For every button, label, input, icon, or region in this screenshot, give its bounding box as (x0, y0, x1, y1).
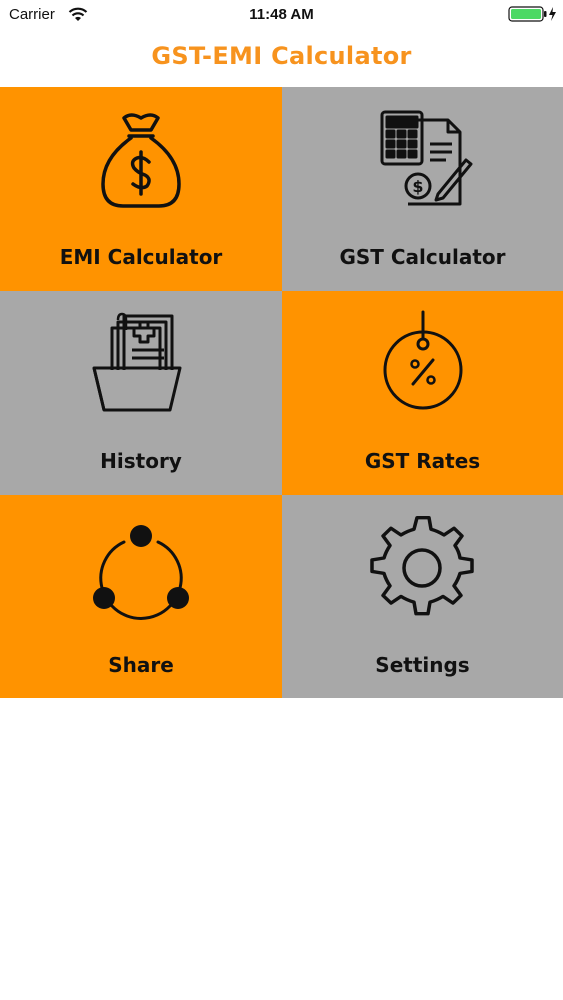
svg-text:$: $ (412, 177, 423, 196)
tile-label: History (100, 449, 182, 473)
folder-documents-icon (92, 312, 182, 412)
gst-calculator-tile[interactable]: $ GST Calculator (282, 87, 563, 291)
navigation-bar: GST-EMI Calculator (0, 30, 563, 87)
money-bag-icon (101, 113, 181, 208)
empty-content-area (0, 698, 563, 1000)
gst-rates-tile[interactable]: GST Rates (282, 291, 563, 495)
status-bar: Carrier 11:48 AM (0, 0, 563, 30)
tile-label: EMI Calculator (59, 245, 223, 269)
emi-calculator-tile[interactable]: EMI Calculator (0, 87, 282, 291)
settings-tile[interactable]: Settings (282, 495, 563, 698)
tile-label: GST Calculator (339, 245, 506, 269)
tile-label: Share (108, 653, 174, 677)
history-tile[interactable]: History (0, 291, 282, 495)
percent-tag-icon (383, 310, 462, 410)
status-time: 11:48 AM (249, 6, 314, 23)
share-icon (93, 525, 189, 620)
tile-label: Settings (375, 653, 470, 677)
battery-icon (508, 6, 556, 22)
share-tile[interactable]: Share (0, 495, 282, 698)
menu-grid: EMI Calculator $ GST Calculator History … (0, 87, 563, 698)
gear-icon (369, 516, 474, 616)
calculator-invoice-icon: $ (380, 110, 472, 206)
tile-label: GST Rates (364, 449, 481, 473)
page-title: GST-EMI Calculator (151, 42, 412, 70)
